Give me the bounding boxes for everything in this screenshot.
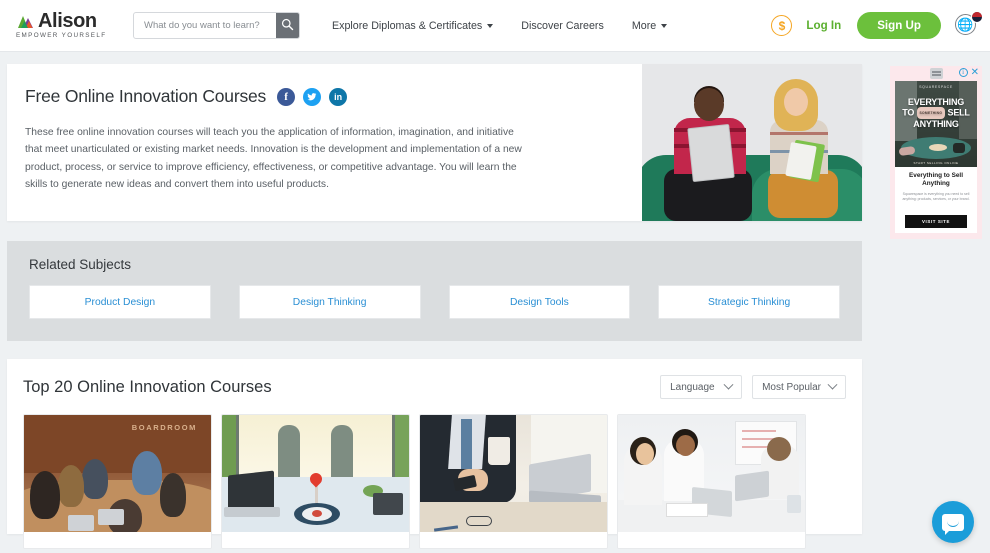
nav-label: Explore Diplomas & Certificates [332,19,483,32]
ad-body: Everything to Sell Anything Squarespace … [895,167,977,210]
close-icon[interactable]: ✕ [971,68,979,78]
chevron-down-icon [723,379,734,390]
course-thumbnail: BOARDROOM [24,415,211,532]
sign-up-button[interactable]: Sign Up [857,12,941,39]
course-thumbnail [618,415,805,532]
alison-mountain-icon [16,13,36,29]
ad-network-logo-icon [929,68,943,79]
chat-bubble-icon [942,513,964,535]
ad-creative[interactable]: SQUARESPACE EVERYTHING TO SOMETHING SELL… [895,81,977,233]
subject-chip-design-thinking[interactable]: Design Thinking [238,285,421,319]
linkedin-share-icon[interactable]: in [329,87,348,106]
page-title: Free Online Innovation Courses [25,86,267,106]
adchoices-info-icon[interactable]: i [958,68,968,77]
ad-headline-pill: SOMETHING [916,107,946,119]
ad-headline-line1: EVERYTHING [907,97,965,107]
ad-title: Everything to Sell Anything [909,172,963,187]
nav-discover-careers[interactable]: Discover Careers [521,20,604,32]
chevron-down-icon [661,23,668,28]
related-subjects-section: Related Subjects Product Design Design T… [7,241,862,341]
page-body: Free Online Innovation Courses f in Thes… [0,52,990,553]
search-button[interactable] [276,13,299,38]
course-card[interactable]: BOARDROOM [23,414,212,549]
subject-chip-product-design[interactable]: Product Design [29,285,211,319]
nav-label: Discover Careers [521,19,604,32]
header-actions: $ Log In Sign Up 🌐 [771,11,983,39]
course-thumbnail [420,415,607,532]
related-subjects-list: Product Design Design Thinking Design To… [29,285,840,319]
nav-more[interactable]: More [631,19,668,32]
language-select-value: Language [670,381,715,393]
main-content-column: Free Online Innovation Courses f in Thes… [7,64,862,549]
ad-brand-label: SQUARESPACE [919,85,953,89]
advertisement-panel: i ✕ SQUARESPACE EVERYTHING TO SOMETHING [890,66,982,239]
course-card-row: BOARDROOM [23,414,846,549]
chevron-down-icon [827,379,838,390]
course-card-footer [420,532,607,548]
nav-label: More [631,19,657,32]
logo-wordmark: Alison [38,10,97,32]
hero-description: These free online innovation courses wil… [25,127,522,190]
dollar-coin-icon[interactable]: $ [771,15,793,36]
sort-select-value: Most Popular [762,381,821,393]
ad-image-strip-text: START SELLING ONLINE [913,161,959,165]
course-card-footer [618,532,805,548]
country-flag-badge [971,11,983,23]
top-courses-section: Top 20 Online Innovation Courses Languag… [7,359,862,549]
course-card-footer [24,532,211,548]
course-card[interactable] [221,414,410,549]
hero-text: Free Online Innovation Courses f in Thes… [7,64,642,221]
chat-launcher-button[interactable] [932,501,974,543]
top-courses-header: Top 20 Online Innovation Courses Languag… [23,375,846,399]
alison-logo[interactable]: Alison EMPOWER YOURSELF [16,10,108,39]
subject-chip-design-tools[interactable]: Design Tools [448,285,631,319]
ad-headline: EVERYTHING TO SOMETHING SELL ANYTHING [895,97,977,129]
social-share-group: f in [277,87,355,106]
ad-headline-line2b: SELL [947,107,970,118]
subject-chip-strategic-thinking[interactable]: Strategic Thinking [658,285,840,319]
language-selector-button[interactable]: 🌐 [955,11,983,37]
logo-tagline: EMPOWER YOURSELF [16,32,107,39]
search-box[interactable] [133,12,300,39]
log-in-link[interactable]: Log In [806,19,841,32]
site-header: Alison EMPOWER YOURSELF Explore Diplomas… [0,0,990,52]
main-nav: Explore Diplomas & Certificates Discover… [332,20,695,32]
ad-visit-site-button[interactable]: VISIT SITE [905,215,967,228]
search-input[interactable] [134,13,276,38]
course-card[interactable] [617,414,806,549]
twitter-share-icon[interactable] [303,87,322,106]
course-card[interactable] [419,414,608,549]
language-select[interactable]: Language [660,375,743,399]
ad-image: SQUARESPACE EVERYTHING TO SOMETHING SELL… [895,81,977,167]
course-thumbnail [222,415,409,532]
ad-description: Squarespace is everything you need to se… [902,192,970,201]
ad-headline-line3: ANYTHING [913,119,959,129]
top-courses-title: Top 20 Online Innovation Courses [23,377,272,396]
ad-controls-bar: i ✕ [890,66,982,81]
chevron-down-icon [487,23,494,28]
ad-headline-line2a: TO [902,107,915,118]
hero-section: Free Online Innovation Courses f in Thes… [7,64,862,221]
sort-select[interactable]: Most Popular [752,375,846,399]
course-filters: Language Most Popular [660,375,846,399]
course-card-footer [222,532,409,548]
related-subjects-title: Related Subjects [29,257,132,272]
hero-image [642,64,862,221]
search-icon [281,18,294,34]
facebook-share-icon[interactable]: f [277,87,296,106]
nav-explore-diplomas[interactable]: Explore Diplomas & Certificates [332,19,494,32]
